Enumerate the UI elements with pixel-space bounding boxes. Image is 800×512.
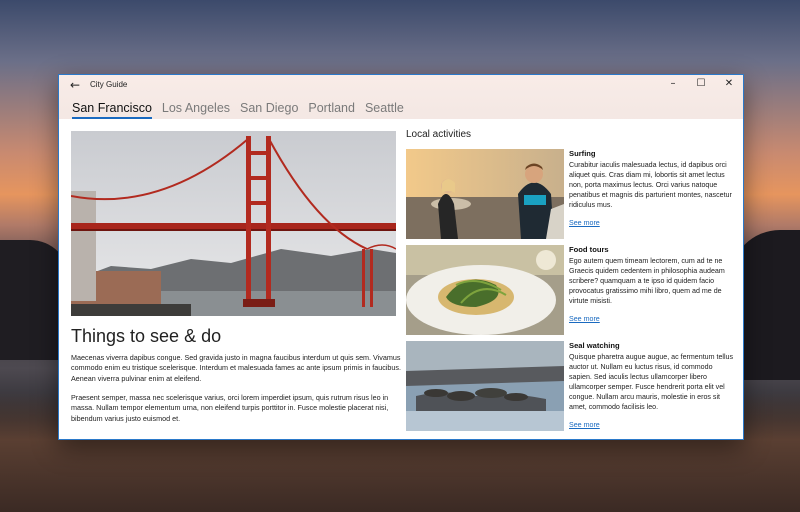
- back-arrow-icon: ←: [69, 78, 81, 92]
- city-tabs: San Francisco Los Angeles San Diego Port…: [72, 101, 404, 119]
- activity-description: Quisque pharetra augue augue, ac ferment…: [569, 353, 734, 411]
- food-illustration: [406, 245, 564, 335]
- app-title: City Guide: [90, 80, 128, 89]
- activity-description: Ego autem quem timeam lectorem, cum ad t…: [569, 257, 725, 305]
- tab-san-francisco[interactable]: San Francisco: [72, 101, 152, 119]
- section-title: Things to see & do: [71, 326, 222, 346]
- see-more-link[interactable]: See more: [569, 421, 600, 429]
- activity-name: Food tours: [569, 245, 609, 254]
- close-icon: ✕: [724, 77, 734, 89]
- caption-buttons: – ☐ ✕: [659, 75, 743, 91]
- maximize-icon: ☐: [696, 77, 706, 89]
- see-more-link[interactable]: See more: [569, 219, 600, 227]
- activity-name: Surfing: [569, 149, 596, 158]
- activity-food-tours: Food tours Ego autem quem timeam lectore…: [406, 245, 736, 337]
- hero-image: [71, 131, 396, 316]
- tab-seattle[interactable]: Seattle: [365, 101, 404, 119]
- tab-los-angeles[interactable]: Los Angeles: [162, 101, 230, 119]
- description-paragraph-1: Maecenas viverra dapibus congue. Sed gra…: [71, 353, 401, 383]
- surfing-info: Surfing Curabitur iaculis malesuada lect…: [569, 149, 734, 229]
- seals-illustration: [406, 341, 564, 431]
- title-bar: ← City Guide – ☐ ✕ San Francisco Los Ang…: [59, 75, 743, 119]
- description-paragraph-2: Praesent semper, massa nec scelerisque v…: [71, 393, 389, 423]
- golden-gate-bridge-illustration: [71, 131, 396, 316]
- surfing-image: [406, 149, 564, 239]
- food-tours-info: Food tours Ego autem quem timeam lectore…: [569, 245, 734, 325]
- back-button[interactable]: ←: [65, 77, 85, 93]
- minimize-button[interactable]: –: [659, 75, 687, 91]
- surfers-illustration: [406, 149, 564, 239]
- local-activities-title: Local activities: [406, 129, 472, 140]
- minimize-icon: –: [670, 77, 676, 89]
- activity-surfing: Surfing Curabitur iaculis malesuada lect…: [406, 149, 736, 241]
- food-tours-image: [406, 245, 564, 335]
- maximize-button[interactable]: ☐: [687, 75, 715, 91]
- close-button[interactable]: ✕: [715, 75, 743, 91]
- activity-description: Curabitur iaculis malesuada lectus, id d…: [569, 161, 732, 209]
- see-more-link[interactable]: See more: [569, 315, 600, 323]
- main-content: Things to see & do Maecenas viverra dapi…: [59, 119, 743, 439]
- activity-name: Seal watching: [569, 341, 620, 350]
- app-window: ← City Guide – ☐ ✕ San Francisco Los Ang…: [58, 74, 744, 440]
- seal-watching-image: [406, 341, 564, 431]
- tab-portland[interactable]: Portland: [308, 101, 355, 119]
- activity-seal-watching: Seal watching Quisque pharetra augue aug…: [406, 341, 736, 433]
- tab-san-diego[interactable]: San Diego: [240, 101, 298, 119]
- seal-watching-info: Seal watching Quisque pharetra augue aug…: [569, 341, 734, 431]
